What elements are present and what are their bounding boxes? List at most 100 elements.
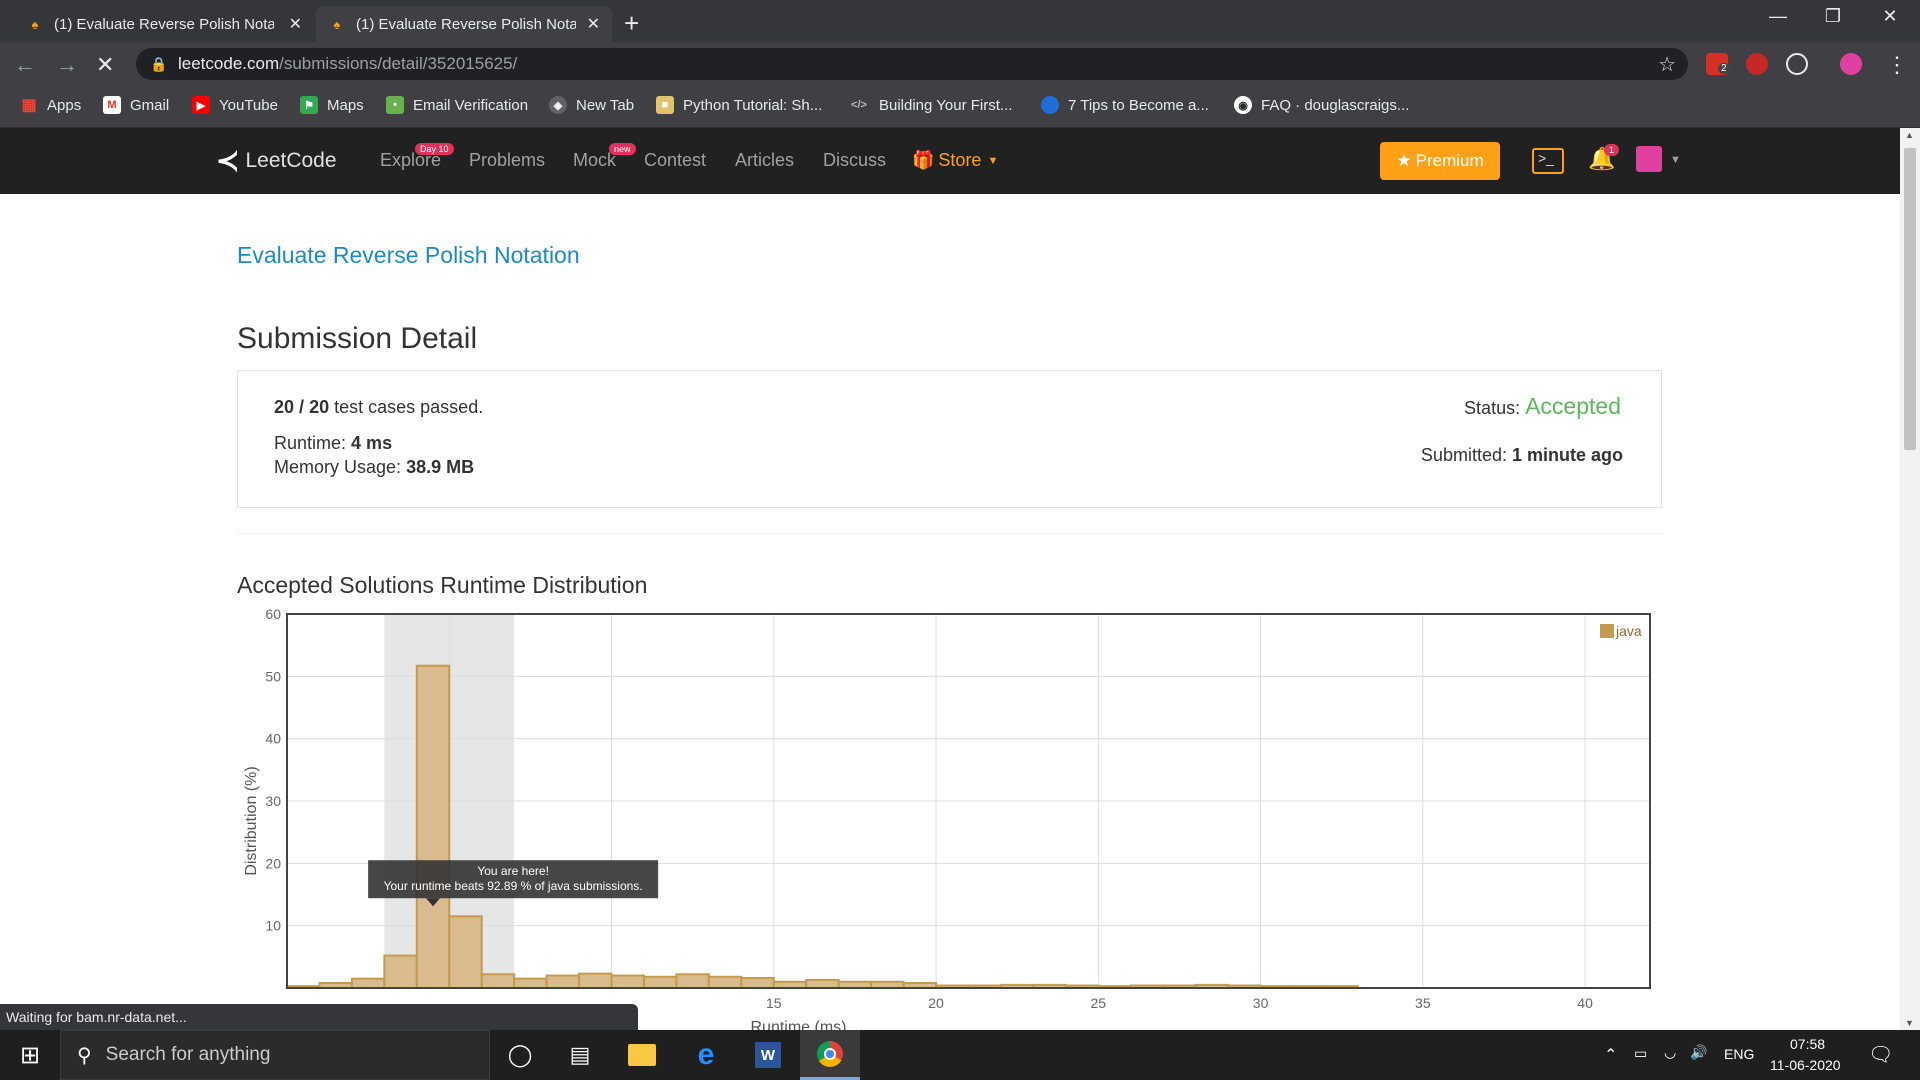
memory-row: Memory Usage: 38.9 MB (274, 457, 474, 478)
minimize-button[interactable]: — (1758, 6, 1798, 27)
section-divider (237, 533, 1662, 534)
bookmark-building-your-first[interactable]: </> Building Your First... (848, 96, 1012, 114)
clock-time[interactable]: 07:58 (1790, 1036, 1825, 1052)
tray-chevron-icon[interactable]: ⌃ (1604, 1045, 1617, 1065)
histogram-bar (480, 973, 516, 989)
histogram-bar (383, 954, 418, 990)
premium-button[interactable]: ★ Premium (1380, 142, 1500, 180)
file-explorer-icon[interactable] (624, 1037, 660, 1073)
clock-date[interactable]: 11-06-2020 (1770, 1057, 1841, 1073)
leetcode-logo[interactable]: ≺ LeetCode (216, 144, 337, 177)
nav-store[interactable]: 🎁 Store ▼ (912, 150, 998, 171)
taskbar-search-input[interactable]: ⚲ Search for anything (60, 1030, 490, 1080)
scroll-down-icon[interactable]: ▼ (1905, 1018, 1914, 1028)
x-tick-label: 20 (928, 995, 944, 1011)
y-tick-label: 10 (265, 918, 281, 934)
reload-extension-icon[interactable] (1786, 53, 1808, 75)
close-window-button[interactable]: ✕ (1870, 6, 1910, 27)
restore-button[interactable]: ❐ (1813, 6, 1853, 27)
action-center-icon[interactable]: 🗨 (1868, 1042, 1893, 1067)
bookmark-maps[interactable]: ⚑ Maps (300, 96, 364, 114)
memory-value: 38.9 MB (406, 457, 475, 477)
nav-discuss[interactable]: Discuss (823, 150, 886, 171)
nav-articles[interactable]: Articles (735, 150, 794, 171)
chrome-taskbar-active[interactable] (800, 1030, 860, 1080)
histogram-bar (448, 915, 483, 990)
scrollbar-thumb[interactable] (1904, 148, 1916, 450)
bookmark-7-tips[interactable]: 7 Tips to Become a... (1041, 96, 1209, 114)
submitted-value: 1 minute ago (1511, 445, 1623, 465)
back-button[interactable]: ← (14, 52, 36, 78)
x-tick-label: 25 (1091, 995, 1107, 1011)
bookmark-label: 7 Tips to Become a... (1068, 96, 1209, 114)
runtime-distribution-chart: 10 20 30 40 50 60 15 20 25 30 35 40 Distribution (%)… (243, 606, 1651, 1036)
stop-loading-button[interactable]: ✕ (96, 52, 114, 78)
memory-label: Memory Usage: (274, 457, 402, 477)
address-bar[interactable]: 🔒 leetcode.com/submissions/detail/352015… (136, 48, 1688, 80)
bookmark-gmail[interactable]: M Gmail (103, 96, 169, 114)
bookmark-youtube[interactable]: ▶ YouTube (192, 96, 278, 114)
playground-icon[interactable]: >_ (1532, 148, 1564, 174)
leetcode-favicon-icon: ♠ (31, 16, 39, 32)
explore-day-badge: Day 10 (415, 143, 454, 155)
histogram-bar (805, 978, 840, 990)
windows-start-icon[interactable]: ⊞ (12, 1037, 48, 1073)
bookmark-python-tutorial[interactable]: ■ Python Tutorial: Sh... (656, 96, 822, 114)
avatar-caret-icon[interactable]: ▼ (1670, 154, 1681, 166)
x-tick-label: 40 (1577, 995, 1593, 1011)
problem-title-link[interactable]: Evaluate Reverse Polish Notation (237, 242, 580, 269)
bookmark-faq[interactable]: ◉ FAQ · douglascraigs... (1234, 96, 1409, 114)
bookmark-label: Python Tutorial: Sh... (683, 96, 823, 114)
page-scrollbar[interactable]: ▲ ▼ (1900, 128, 1920, 1030)
mock-new-badge: new (609, 143, 636, 155)
nav-contest[interactable]: Contest (644, 150, 706, 171)
email-verification-icon: • (386, 96, 404, 114)
runtime-value: 4 ms (351, 433, 393, 453)
extension-badge: 2 (1718, 63, 1730, 74)
bookmark-star-icon[interactable]: ☆ (1658, 52, 1676, 77)
bookmark-email-verification[interactable]: • Email Verification (386, 96, 528, 114)
legend-swatch (1600, 624, 1614, 638)
bookmark-apps[interactable]: ▦ Apps (20, 96, 81, 115)
status-accepted[interactable]: Accepted (1525, 393, 1621, 419)
url-path: /submissions/detail/352015625/ (279, 54, 518, 73)
browser-tab-active[interactable]: ♠ (1) Evaluate Reverse Polish Notati ✕ (316, 6, 612, 42)
tab-title: (1) Evaluate Reverse Polish Notati (54, 15, 274, 33)
histogram-bar (740, 977, 775, 990)
store-label: Store (938, 150, 982, 170)
y-tick-label: 40 (265, 731, 281, 747)
page-title: Submission Detail (237, 322, 478, 355)
bookmark-new-tab[interactable]: ◈ New Tab (549, 96, 634, 114)
legend-label-java: java (1615, 623, 1642, 639)
wifi-icon[interactable]: ◡ (1664, 1044, 1676, 1061)
menu-kebab-icon[interactable]: ⋮ (1886, 52, 1908, 78)
star-icon: ★ (1396, 151, 1412, 170)
battery-icon[interactable]: ▭ (1634, 1045, 1647, 1062)
bookmark-label: Gmail (130, 96, 170, 114)
loading-favicon-icon: ♠ (333, 16, 341, 32)
browser-tab[interactable]: ♠ (1) Evaluate Reverse Polish Notati ✕ (14, 6, 314, 42)
close-tab-icon[interactable]: ✕ (289, 14, 302, 34)
nav-problems[interactable]: Problems (469, 150, 545, 171)
y-axis-label: Distribution (%) (243, 766, 260, 875)
url-host: leetcode.com (178, 54, 280, 73)
adblock-extension-icon[interactable]: 2 (1706, 53, 1730, 75)
edge-browser-icon[interactable]: e (688, 1037, 724, 1073)
task-view-icon[interactable]: ▤ (562, 1037, 598, 1073)
extension-icon[interactable] (1746, 53, 1768, 75)
scroll-up-icon[interactable]: ▲ (1905, 130, 1914, 140)
forward-button[interactable]: → (56, 52, 78, 78)
y-tick-label: 20 (265, 855, 281, 871)
language-indicator[interactable]: ENG (1724, 1046, 1754, 1062)
close-tab-icon[interactable]: ✕ (587, 14, 600, 34)
volume-icon[interactable]: 🔊 (1690, 1044, 1707, 1061)
cortana-icon[interactable]: ◯ (502, 1037, 538, 1073)
premium-label: Premium (1415, 151, 1484, 170)
logo-text: LeetCode (245, 148, 337, 172)
x-tick-label: 30 (1253, 995, 1269, 1011)
profile-avatar[interactable] (1840, 53, 1862, 75)
new-tab-button[interactable]: + (624, 8, 639, 39)
nav-mock[interactable]: Mock (573, 150, 616, 171)
word-icon[interactable]: W (750, 1037, 786, 1073)
user-avatar[interactable] (1636, 146, 1662, 172)
